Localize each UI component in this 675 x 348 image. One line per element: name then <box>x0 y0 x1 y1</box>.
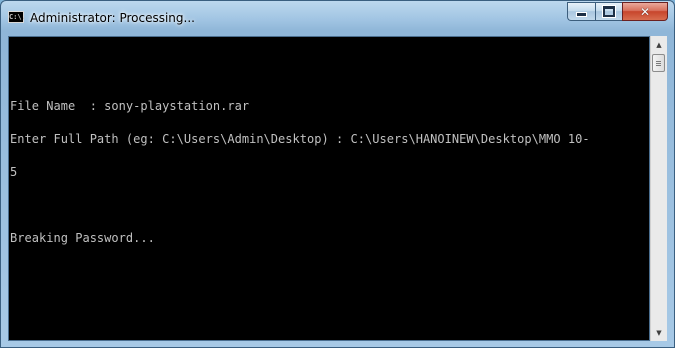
window-title: Administrator: Processing... <box>30 11 195 25</box>
close-button[interactable]: ✕ <box>622 2 668 21</box>
console-line-path-wrap: 5 <box>10 165 18 179</box>
title-bar[interactable]: C:\. Administrator: Processing... ✕ <box>1 1 674 31</box>
console-window: C:\. Administrator: Processing... ✕ File… <box>0 0 675 348</box>
console-text: File Name : sony-playstation.rar Enter F… <box>10 46 649 266</box>
caption-buttons: ✕ <box>567 2 668 22</box>
scroll-down-arrow-icon[interactable]: ▼ <box>651 324 667 341</box>
console-line-status: Breaking Password... <box>10 231 155 245</box>
maximize-button[interactable] <box>595 2 622 21</box>
console-line-file-name: File Name : sony-playstation.rar <box>10 99 250 113</box>
close-icon: ✕ <box>639 4 651 19</box>
thumb-grip-icon <box>656 61 661 62</box>
thumb-grip-icon <box>656 65 661 66</box>
vertical-scrollbar[interactable]: ▲ ▼ <box>650 36 667 341</box>
minimize-button[interactable] <box>567 2 595 21</box>
console-line-full-path: Enter Full Path (eg: C:\Users\Admin\Desk… <box>10 132 590 146</box>
thumb-grip-icon <box>656 63 661 64</box>
scrollbar-thumb[interactable] <box>652 54 665 72</box>
cmd-app-icon[interactable]: C:\. <box>8 11 26 23</box>
maximize-icon <box>603 6 615 17</box>
scroll-up-arrow-icon[interactable]: ▲ <box>651 36 667 53</box>
minimize-icon <box>576 12 587 17</box>
console-output-area[interactable]: File Name : sony-playstation.rar Enter F… <box>8 36 650 341</box>
